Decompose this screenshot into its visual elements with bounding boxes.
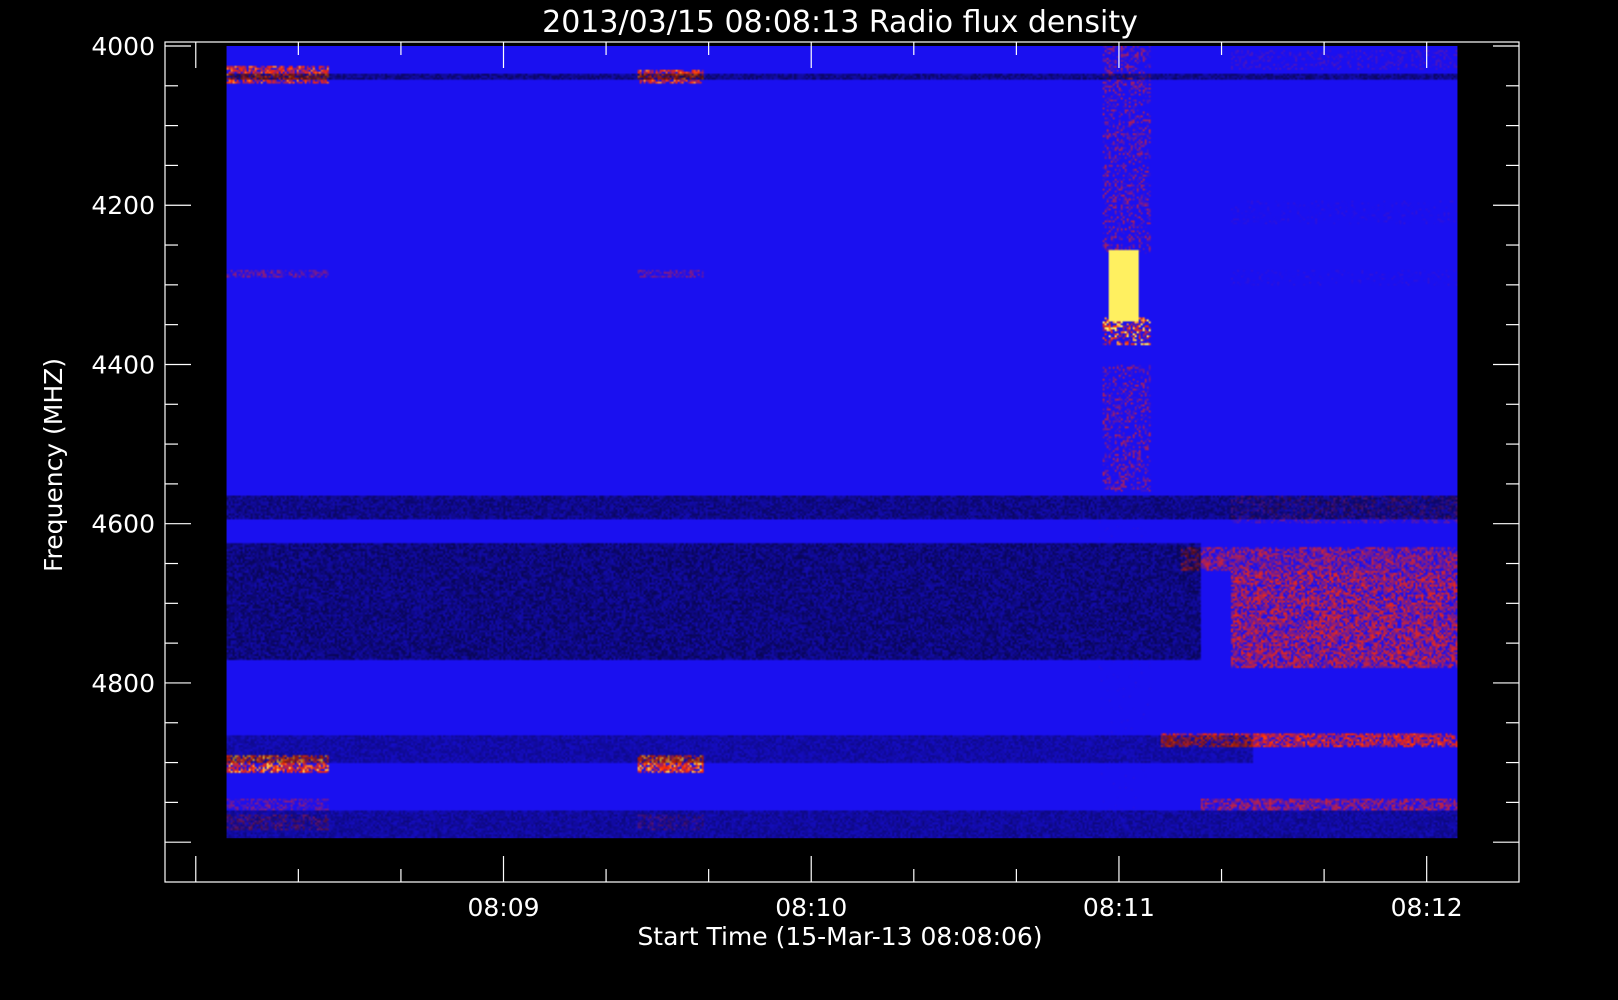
spectrogram-chart: 2013/03/15 08:08:13 Radio flux density 4… (39, 5, 1520, 951)
y-axis-label: Frequency (MHZ) (39, 358, 68, 572)
x-tick-label: 08:09 (467, 893, 539, 922)
y-tick-label: 4000 (91, 32, 155, 61)
x-axis-label: Start Time (15-Mar-13 08:08:06) (637, 922, 1042, 951)
chart-title: 2013/03/15 08:08:13 Radio flux density (542, 5, 1138, 40)
x-tick-label: 08:11 (1083, 893, 1155, 922)
y-tick-label: 4400 (91, 350, 155, 379)
x-tick-label: 08:10 (775, 893, 847, 922)
x-tick-label: 08:12 (1391, 893, 1463, 922)
y-tick-label: 4800 (91, 669, 155, 698)
spectrogram-image (226, 45, 1458, 839)
y-tick-label: 4600 (91, 510, 155, 539)
y-tick-label: 4200 (91, 191, 155, 220)
